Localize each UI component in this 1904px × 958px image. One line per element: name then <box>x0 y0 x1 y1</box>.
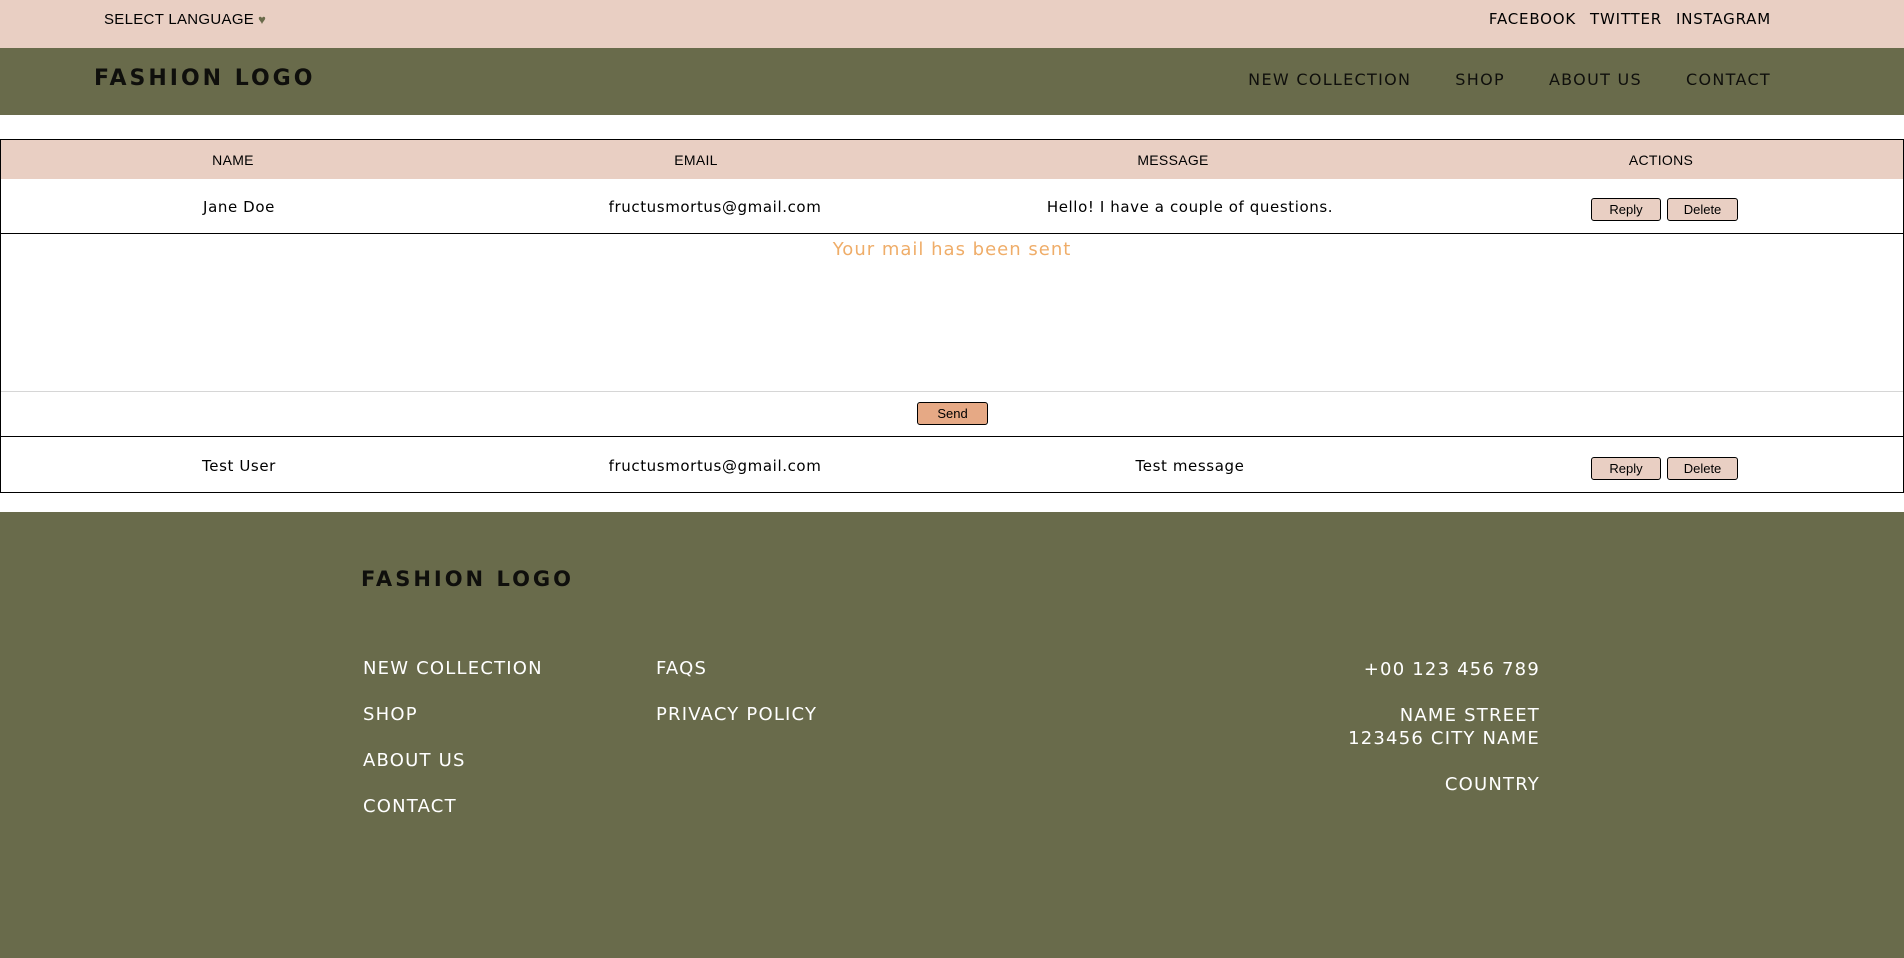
main-header: FASHION LOGO NEW COLLECTION SHOP ABOUT U… <box>0 48 1904 115</box>
cell-name: Jane Doe <box>203 198 275 216</box>
contact-street: NAME STREET <box>1399 705 1540 726</box>
contact-phone[interactable]: +00 123 456 789 <box>1348 658 1540 681</box>
contact-city: 123456 CITY NAME <box>1348 728 1540 749</box>
footer-link-shop[interactable]: SHOP <box>363 704 543 750</box>
footer-link-contact[interactable]: CONTACT <box>363 796 543 842</box>
cell-email: fructusmortus@gmail.com <box>608 457 822 475</box>
footer-links-secondary: FAQS PRIVACY POLICY <box>656 658 817 750</box>
heart-icon: ♥ <box>258 12 267 27</box>
send-button[interactable]: Send <box>917 402 988 425</box>
cell-email: fructusmortus@gmail.com <box>608 198 822 216</box>
column-header-email: EMAIL <box>674 152 718 168</box>
contact-country: COUNTRY <box>1444 774 1540 795</box>
instagram-link[interactable]: INSTAGRAM <box>1676 10 1771 28</box>
footer-link-privacy-policy[interactable]: PRIVACY POLICY <box>656 704 817 750</box>
delete-button[interactable]: Delete <box>1667 198 1738 221</box>
footer-link-about-us[interactable]: ABOUT US <box>363 750 543 796</box>
cell-message: Test message <box>1135 457 1245 475</box>
twitter-link[interactable]: TWITTER <box>1590 10 1662 28</box>
facebook-link[interactable]: FACEBOOK <box>1489 10 1576 28</box>
nav-new-collection[interactable]: NEW COLLECTION <box>1248 70 1411 89</box>
header-logo[interactable]: FASHION LOGO <box>94 66 315 91</box>
footer-logo[interactable]: FASHION LOGO <box>361 567 574 591</box>
column-header-message: MESSAGE <box>1137 152 1209 168</box>
footer-link-faqs[interactable]: FAQS <box>656 658 817 704</box>
mail-sent-status: Your mail has been sent <box>832 239 1072 260</box>
row-divider <box>1 233 1903 234</box>
top-bar: SELECT LANGUAGE ♥ FACEBOOK TWITTER INSTA… <box>0 0 1904 48</box>
nav-contact[interactable]: CONTACT <box>1686 70 1771 89</box>
reply-textarea-divider <box>1 391 1903 392</box>
cell-message: Hello! I have a couple of questions. <box>1046 198 1334 216</box>
footer-link-new-collection[interactable]: NEW COLLECTION <box>363 658 543 704</box>
delete-button[interactable]: Delete <box>1667 457 1738 480</box>
footer-contact-info: +00 123 456 789 NAME STREET 123456 CITY … <box>1348 658 1540 796</box>
column-header-actions: ACTIONS <box>1628 152 1694 168</box>
messages-table: NAME EMAIL MESSAGE ACTIONS Jane Doe fruc… <box>0 139 1904 493</box>
cell-name: Test User <box>202 457 276 475</box>
social-links: FACEBOOK TWITTER INSTAGRAM <box>1489 10 1771 28</box>
row-divider <box>1 436 1903 437</box>
language-selector[interactable]: SELECT LANGUAGE ♥ <box>104 11 266 28</box>
language-selector-label: SELECT LANGUAGE <box>104 11 255 28</box>
nav-shop[interactable]: SHOP <box>1455 70 1505 89</box>
footer-links-primary: NEW COLLECTION SHOP ABOUT US CONTACT <box>363 658 543 842</box>
nav-about-us[interactable]: ABOUT US <box>1549 70 1642 89</box>
column-header-name: NAME <box>212 152 254 168</box>
reply-button[interactable]: Reply <box>1591 457 1661 480</box>
table-header: NAME EMAIL MESSAGE ACTIONS <box>1 140 1903 179</box>
main-nav: NEW COLLECTION SHOP ABOUT US CONTACT <box>1248 70 1771 89</box>
footer: FASHION LOGO NEW COLLECTION SHOP ABOUT U… <box>0 512 1904 958</box>
reply-button[interactable]: Reply <box>1591 198 1661 221</box>
